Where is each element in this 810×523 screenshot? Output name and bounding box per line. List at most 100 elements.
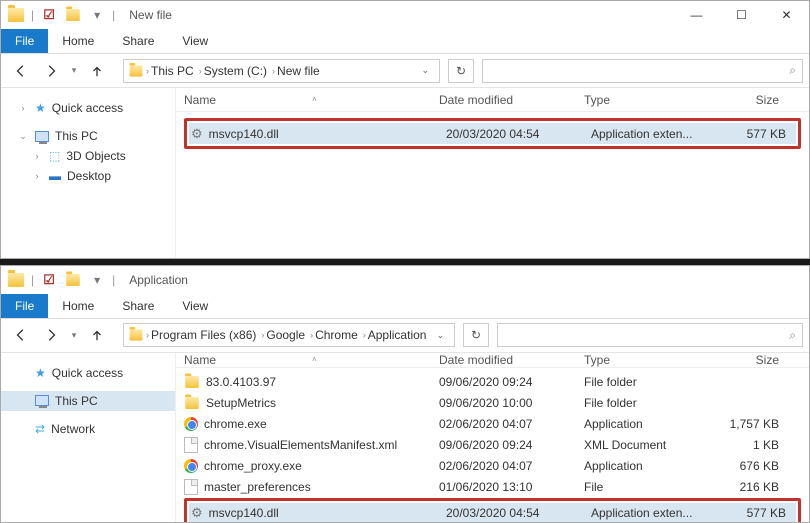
chevron-right-icon[interactable]: › — [199, 66, 202, 76]
col-size[interactable]: Size — [714, 353, 779, 367]
file-icon — [184, 437, 198, 453]
search-input[interactable]: ⌕ — [482, 59, 803, 83]
sidebar-item-this-pc[interactable]: This PC — [1, 391, 175, 411]
breadcrumb-2: Chrome› — [315, 328, 366, 342]
recent-dropdown-icon[interactable]: ▾ — [67, 58, 81, 84]
highlight-box: ⚙msvcp140.dll 20/03/2020 04:54 Applicati… — [184, 498, 801, 523]
folder-icon — [5, 4, 27, 26]
col-name[interactable]: Name˄ — [184, 93, 439, 107]
desktop-icon: ▬ — [49, 169, 61, 183]
tab-home[interactable]: Home — [48, 294, 108, 318]
file-row[interactable]: ⚙msvcp140.dll 20/03/2020 04:54 Applicati… — [189, 503, 796, 523]
cube-icon: ⬚ — [49, 149, 60, 163]
refresh-button[interactable]: ↻ — [463, 323, 489, 347]
navbar: ▾ › This PC› System (C:)› New file ⌄ ↻ ⌕ — [1, 54, 809, 88]
ribbon: File Home Share View — [1, 29, 809, 54]
new-folder-icon[interactable] — [62, 269, 84, 291]
tab-file[interactable]: File — [1, 294, 48, 318]
file-row[interactable]: ⚙msvcp140.dll 20/03/2020 04:54 Applicati… — [189, 123, 796, 144]
chevron-right-icon[interactable]: › — [146, 66, 149, 76]
col-date[interactable]: Date modified — [439, 93, 584, 107]
sidebar-item-3d-objects[interactable]: ›⬚3D Objects — [1, 146, 175, 166]
search-input[interactable]: ⌕ — [497, 323, 803, 347]
chevron-right-icon[interactable]: › — [31, 171, 43, 181]
sort-caret-icon: ˄ — [312, 355, 317, 364]
properties-check-icon[interactable]: ☑ — [38, 269, 60, 291]
chevron-right-icon[interactable]: › — [272, 66, 275, 76]
folder-icon — [130, 65, 143, 76]
qat-divider-2: | — [110, 8, 117, 22]
column-headers: Name˄ Date modified Type Size — [176, 353, 809, 368]
sidebar-item-quick-access[interactable]: ★Quick access — [1, 363, 175, 383]
sort-caret-icon: ˄ — [312, 95, 317, 104]
recent-dropdown-icon[interactable]: ▾ — [67, 322, 81, 348]
col-size[interactable]: Size — [714, 93, 779, 107]
breadcrumb-2: New file — [277, 64, 320, 78]
col-type[interactable]: Type — [584, 353, 714, 367]
forward-button[interactable] — [37, 58, 65, 84]
file-row[interactable]: chrome.VisualElementsManifest.xml 09/06/… — [182, 435, 803, 456]
chrome-icon — [184, 459, 198, 473]
tab-view[interactable]: View — [168, 29, 222, 53]
qat-dropdown-icon[interactable]: ▾ — [86, 269, 108, 291]
chevron-down-icon[interactable]: ⌄ — [17, 131, 29, 142]
address-bar[interactable]: › This PC› System (C:)› New file ⌄ — [123, 59, 440, 83]
chevron-right-icon[interactable]: › — [261, 330, 264, 340]
navbar: ▾ › Program Files (x86)› Google› Chrome›… — [1, 319, 809, 353]
chevron-right-icon[interactable]: › — [31, 151, 43, 161]
file-row[interactable]: chrome.exe 02/06/2020 04:07 Application … — [182, 414, 803, 435]
file-row[interactable]: 83.0.4103.97 09/06/2020 09:24 File folde… — [182, 372, 803, 393]
col-type[interactable]: Type — [584, 93, 714, 107]
tab-home[interactable]: Home — [48, 29, 108, 53]
window-title: New file — [129, 8, 172, 22]
chevron-right-icon[interactable]: › — [17, 103, 29, 113]
refresh-button[interactable]: ↻ — [448, 59, 474, 83]
chevron-right-icon[interactable]: › — [363, 330, 366, 340]
gear-icon: ⚙ — [191, 505, 203, 521]
file-row[interactable]: master_preferences 01/06/2020 13:10 File… — [182, 477, 803, 498]
close-button[interactable]: ✕ — [764, 1, 809, 29]
address-dropdown-icon[interactable]: ⌄ — [415, 65, 435, 76]
up-button[interactable] — [83, 322, 111, 348]
tab-view[interactable]: View — [168, 294, 222, 318]
new-folder-icon[interactable] — [62, 4, 84, 26]
explorer-window-1: | ☑ ▾ | New file — ☐ ✕ File Home Share V… — [0, 0, 810, 259]
breadcrumb-1: System (C:)› — [204, 64, 275, 78]
search-icon: ⌕ — [789, 328, 796, 343]
chrome-icon — [184, 417, 198, 431]
tab-share[interactable]: Share — [108, 294, 168, 318]
up-button[interactable] — [83, 58, 111, 84]
col-name[interactable]: Name˄ — [184, 353, 439, 367]
file-row[interactable]: SetupMetrics 09/06/2020 10:00 File folde… — [182, 393, 803, 414]
file-row[interactable]: chrome_proxy.exe 02/06/2020 04:07 Applic… — [182, 456, 803, 477]
breadcrumb-1: Google› — [266, 328, 313, 342]
titlebar: | ☑ ▾ | New file — ☐ ✕ — [1, 1, 809, 29]
back-button[interactable] — [7, 58, 35, 84]
back-button[interactable] — [7, 322, 35, 348]
address-dropdown-icon[interactable]: ⌄ — [430, 330, 450, 341]
chevron-right-icon[interactable]: › — [310, 330, 313, 340]
forward-button[interactable] — [37, 322, 65, 348]
address-bar[interactable]: › Program Files (x86)› Google› Chrome› A… — [123, 323, 455, 347]
gear-icon: ⚙ — [191, 126, 203, 142]
sidebar-item-desktop[interactable]: ›▬Desktop — [1, 166, 175, 186]
ribbon: File Home Share View — [1, 294, 809, 319]
sidebar-item-quick-access[interactable]: ›★Quick access — [1, 98, 175, 118]
search-icon: ⌕ — [789, 63, 796, 78]
col-date[interactable]: Date modified — [439, 353, 584, 367]
qat-divider: | — [29, 273, 36, 287]
pc-icon — [35, 131, 49, 142]
sidebar-item-network[interactable]: ⇄Network — [1, 419, 175, 439]
tab-share[interactable]: Share — [108, 29, 168, 53]
qat-dropdown-icon[interactable]: ▾ — [86, 4, 108, 26]
properties-check-icon[interactable]: ☑ — [38, 4, 60, 26]
highlight-box: ⚙msvcp140.dll 20/03/2020 04:54 Applicati… — [184, 118, 801, 149]
minimize-button[interactable]: — — [674, 1, 719, 29]
chevron-right-icon[interactable]: › — [146, 330, 149, 340]
tab-file[interactable]: File — [1, 29, 48, 53]
sidebar-item-this-pc[interactable]: ⌄This PC — [1, 126, 175, 146]
star-icon: ★ — [35, 101, 46, 115]
maximize-button[interactable]: ☐ — [719, 1, 764, 29]
star-icon: ★ — [35, 366, 46, 380]
breadcrumb-0: Program Files (x86)› — [151, 328, 264, 342]
